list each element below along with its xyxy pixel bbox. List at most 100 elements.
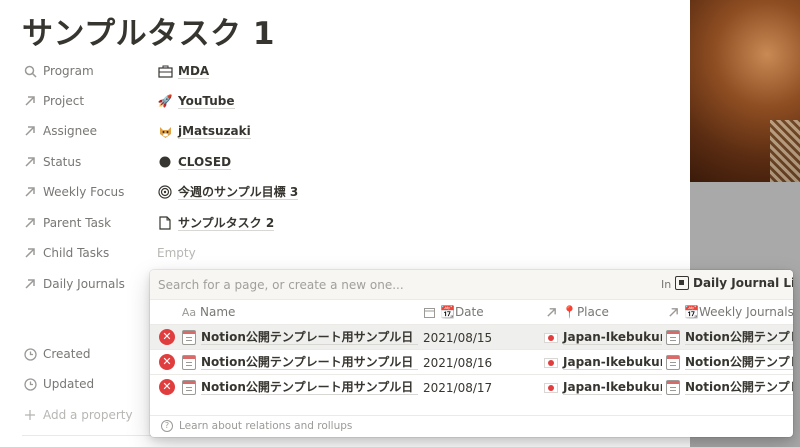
calendar-icon xyxy=(422,305,436,319)
property-name[interactable]: Assignee xyxy=(43,124,153,138)
property-value[interactable]: 今週のサンプル目標 3 xyxy=(157,184,299,200)
property-project: Project 🚀 YouTube xyxy=(22,87,682,115)
japan-flag-icon xyxy=(544,382,558,393)
parent-task-value[interactable]: サンプルタスク 2 xyxy=(178,216,275,231)
add-property-label: Add a property xyxy=(43,408,133,422)
project-value[interactable]: YouTube xyxy=(178,94,235,109)
help-link[interactable]: Learn about relations and rollups xyxy=(179,420,352,432)
help-icon: ? xyxy=(161,420,173,432)
row-date: 2021/08/16 xyxy=(423,355,493,370)
arrow-ne-icon xyxy=(22,123,38,139)
row-place[interactable]: Japan-Ikebukuro xyxy=(544,350,662,375)
database-name: Daily Journal List xyxy=(693,276,793,290)
row-place[interactable]: Japan-Ikebukuro xyxy=(544,375,662,400)
arrow-ne-icon xyxy=(22,215,38,231)
search-input[interactable] xyxy=(158,275,638,295)
assignee-value[interactable]: jMatsuzaki xyxy=(178,124,251,139)
clock-icon xyxy=(22,376,38,392)
property-name[interactable]: Program xyxy=(43,64,153,78)
relation-picker-popup: In Daily Journal List Aa Name 📆Date 📍Pla… xyxy=(150,270,793,437)
arrow-ne-icon xyxy=(544,305,558,319)
row-name-text: Notion公開テンプレート用サンプル日 3 xyxy=(201,380,418,395)
property-value[interactable]: jMatsuzaki xyxy=(157,123,251,139)
property-name[interactable]: Updated xyxy=(43,377,153,391)
row-date: 2021/08/15 xyxy=(423,330,493,345)
arrow-ne-icon xyxy=(666,305,680,319)
row-place-text: Japan-Ikebukuro xyxy=(563,330,662,345)
column-label: 📆Date xyxy=(440,305,484,319)
calendar-page-icon xyxy=(182,355,196,370)
property-weekly-focus: Weekly Focus 今週のサンプル目標 3 xyxy=(22,178,682,206)
property-name[interactable]: Parent Task xyxy=(43,216,153,230)
row-name[interactable]: Notion公開テンプレート用サンプル日 2 xyxy=(182,350,418,375)
table-row[interactable]: ✕ Notion公開テンプレート用サンプル日 3 2021/08/17 Japa… xyxy=(150,374,793,399)
remove-relation-button[interactable]: ✕ xyxy=(159,329,175,345)
status-value[interactable]: CLOSED xyxy=(178,155,232,170)
clock-icon xyxy=(22,346,38,362)
row-weekly-text: Notion公開テンプレ xyxy=(685,355,793,370)
popup-footer[interactable]: ? Learn about relations and rollups xyxy=(150,415,793,437)
property-name[interactable]: Project xyxy=(43,94,153,108)
table-row[interactable]: ✕ Notion公開テンプレート用サンプル日 1 2021/08/15 Japa… xyxy=(150,324,793,349)
row-weekly[interactable]: Notion公開テンプレ xyxy=(666,325,793,350)
property-name[interactable]: Daily Journals xyxy=(43,277,153,291)
page-title[interactable]: サンプルタスク 1 xyxy=(22,8,275,53)
property-parent-task: Parent Task サンプルタスク 2 xyxy=(22,209,682,237)
remove-relation-button[interactable]: ✕ xyxy=(159,354,175,370)
database-icon xyxy=(675,276,689,290)
property-value[interactable]: CLOSED xyxy=(157,154,232,170)
database-target[interactable]: Daily Journal List xyxy=(675,276,793,290)
row-name[interactable]: Notion公開テンプレート用サンプル日 3 xyxy=(182,375,418,400)
arrow-ne-icon xyxy=(22,184,38,200)
row-weekly-text: Notion公開テンプレ xyxy=(685,330,793,345)
property-value[interactable]: MDA xyxy=(157,63,210,79)
property-name[interactable]: Created xyxy=(43,347,153,361)
column-header-date[interactable]: 📆Date xyxy=(422,300,484,324)
in-label: In xyxy=(661,278,672,291)
property-name[interactable]: Weekly Focus xyxy=(43,185,153,199)
program-value[interactable]: MDA xyxy=(178,64,210,79)
row-weekly-text: Notion公開テンプレ xyxy=(685,380,793,395)
row-name[interactable]: Notion公開テンプレート用サンプル日 1 xyxy=(182,325,418,350)
calendar-page-icon xyxy=(666,355,680,370)
search-icon xyxy=(22,63,38,79)
column-header-place[interactable]: 📍Place xyxy=(544,300,609,324)
arrow-ne-icon xyxy=(22,276,38,292)
row-weekly[interactable]: Notion公開テンプレ xyxy=(666,375,793,400)
property-name[interactable]: Child Tasks xyxy=(43,246,153,260)
weekly-focus-value[interactable]: 今週のサンプル目標 3 xyxy=(178,185,299,200)
property-value[interactable]: 🚀 YouTube xyxy=(157,93,235,109)
calendar-page-icon xyxy=(666,330,680,345)
property-value[interactable]: サンプルタスク 2 xyxy=(157,215,275,231)
row-place-text: Japan-Ikebukuro xyxy=(563,380,662,395)
japan-flag-icon xyxy=(544,357,558,368)
plus-icon xyxy=(22,407,38,423)
property-child-tasks: Child Tasks Empty xyxy=(22,239,682,267)
calendar-page-icon xyxy=(666,380,680,395)
black-circle-icon xyxy=(157,154,173,170)
table-row[interactable]: ✕ Notion公開テンプレート用サンプル日 2 2021/08/16 Japa… xyxy=(150,349,793,374)
briefcase-icon xyxy=(157,63,173,79)
column-label: 📍Place xyxy=(562,305,609,319)
column-header-weekly-journals[interactable]: 📆Weekly Journals xyxy=(666,300,793,324)
rocket-icon: 🚀 xyxy=(157,94,173,108)
column-label: Name xyxy=(200,305,236,319)
page-icon xyxy=(157,215,173,231)
row-place-text: Japan-Ikebukuro xyxy=(563,355,662,370)
column-header-name[interactable]: Aa Name xyxy=(182,300,236,324)
remove-relation-button[interactable]: ✕ xyxy=(159,379,175,395)
property-name[interactable]: Status xyxy=(43,155,153,169)
japan-flag-icon xyxy=(544,332,558,343)
cover-image xyxy=(690,0,800,182)
target-icon xyxy=(157,184,173,200)
search-bar: In Daily Journal List xyxy=(150,270,793,300)
child-tasks-empty[interactable]: Empty xyxy=(157,246,196,260)
property-value[interactable]: Empty xyxy=(157,246,196,260)
row-name-text: Notion公開テンプレート用サンプル日 1 xyxy=(201,330,418,345)
arrow-ne-icon xyxy=(22,245,38,261)
row-weekly[interactable]: Notion公開テンプレ xyxy=(666,350,793,375)
row-place[interactable]: Japan-Ikebukuro xyxy=(544,325,662,350)
shiba-avatar-icon xyxy=(157,123,173,139)
row-name-text: Notion公開テンプレート用サンプル日 2 xyxy=(201,355,418,370)
calendar-page-icon xyxy=(182,380,196,395)
